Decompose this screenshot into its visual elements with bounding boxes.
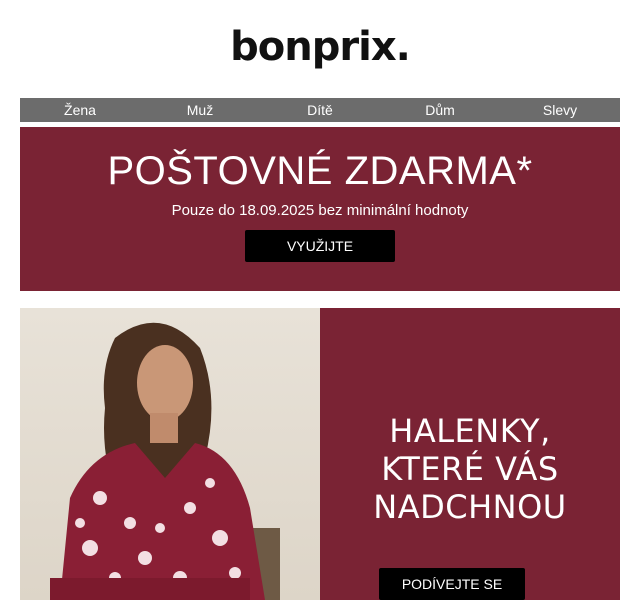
view-blouses-button[interactable]: PODÍVEJTE SE (379, 568, 525, 600)
main-nav: Žena Muž Dítě Dům Slevy (20, 98, 620, 122)
blouses-hero-banner[interactable]: HALENKY, KTERÉ VÁS NADCHNOU PODÍVEJTE SE (20, 308, 620, 600)
hero-headline: HALENKY, KTERÉ VÁS NADCHNOU (373, 412, 567, 526)
nav-item-dum[interactable]: Dům (380, 98, 500, 122)
promo-title: POŠTOVNÉ ZDARMA* (107, 149, 533, 193)
woman-in-blouse-illustration (50, 322, 280, 600)
bonprix-logo[interactable]: bonprix. (0, 24, 640, 70)
use-offer-button[interactable]: VYUŽIJTE (245, 230, 395, 262)
free-shipping-banner[interactable]: POŠTOVNÉ ZDARMA* Pouze do 18.09.2025 bez… (20, 127, 620, 291)
nav-item-dite[interactable]: Dítě (260, 98, 380, 122)
nav-item-muz[interactable]: Muž (140, 98, 260, 122)
promo-subtitle: Pouze do 18.09.2025 bez minimální hodnot… (171, 202, 469, 219)
model-photo[interactable] (20, 308, 320, 600)
nav-item-zena[interactable]: Žena (20, 98, 140, 122)
nav-item-slevy[interactable]: Slevy (500, 98, 620, 122)
